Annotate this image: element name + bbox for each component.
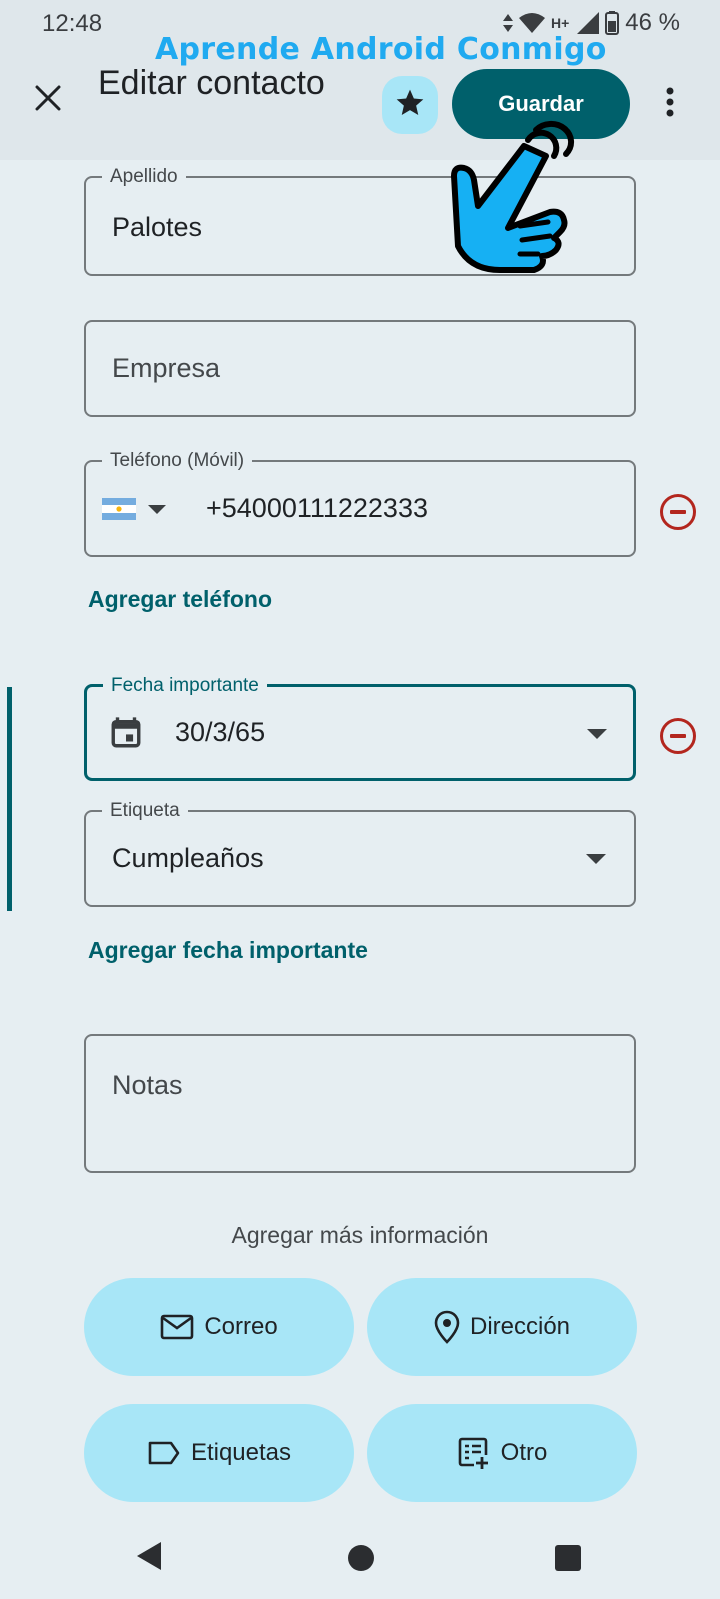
mail-icon [160,1313,194,1341]
close-icon [35,85,61,116]
pointing-hand-icon [450,116,580,276]
status-time: 12:48 [42,10,103,37]
network-type: H+ [551,15,570,31]
chip-label: Correo [204,1313,278,1340]
location-pin-icon [434,1310,460,1344]
battery-icon [605,11,620,35]
phone-value: +54000111222333 [206,493,428,523]
section-indicator [7,687,12,911]
calendar-icon [109,716,143,755]
add-other-chip[interactable]: Otro [367,1404,637,1502]
chevron-down-icon [148,505,166,514]
page-title: Editar contacto [98,64,325,102]
phone-label: Teléfono (Móvil) [102,449,253,473]
chip-label: Dirección [469,1313,571,1340]
add-important-date-button[interactable]: Agregar fecha importante [88,937,368,964]
remove-phone-button[interactable] [660,494,696,530]
argentina-flag-icon [102,498,136,520]
tag-field[interactable]: Etiqueta Cumpleaños [84,799,636,907]
add-email-chip[interactable]: Correo [84,1278,354,1376]
data-arrows-icon [503,14,513,32]
company-placeholder: Empresa [112,353,221,383]
chip-label: Otro [500,1439,548,1466]
home-icon[interactable] [348,1545,374,1571]
add-phone-button[interactable]: Agregar teléfono [88,586,272,613]
important-date-label: Fecha importante [103,674,267,698]
notes-placeholder: Notas [112,1070,183,1100]
back-icon[interactable] [137,1542,161,1570]
notes-field[interactable]: Notas [84,1034,636,1173]
wifi-icon [519,12,545,34]
phone-field[interactable]: Teléfono (Móvil) +54000111222333 [84,449,636,557]
add-list-icon [457,1436,491,1470]
signal-icon [577,12,600,34]
more-vert-icon [666,87,674,122]
add-address-chip[interactable]: Dirección [367,1278,637,1376]
chip-label: Etiquetas [190,1439,292,1466]
important-date-value: 30/3/65 [175,717,266,747]
tag-value: Cumpleaños [112,843,264,873]
tag-label: Etiqueta [102,799,188,823]
more-options-button[interactable] [655,82,685,126]
recents-icon[interactable] [555,1545,581,1571]
label-icon [147,1440,181,1466]
important-date-field[interactable]: Fecha importante 30/3/65 [84,674,636,781]
star-icon [394,87,426,124]
chevron-down-icon[interactable] [587,729,607,739]
close-button[interactable] [28,80,68,120]
country-selector[interactable] [102,492,166,526]
last-name-label: Apellido [102,165,186,189]
chevron-down-icon[interactable] [586,854,606,864]
battery-level: 46 % [625,9,680,36]
last-name-value: Palotes [112,212,203,242]
add-labels-chip[interactable]: Etiquetas [84,1404,354,1502]
company-field[interactable]: Empresa [84,320,636,417]
more-info-heading: Agregar más información [231,1222,489,1248]
favorite-button[interactable] [382,76,438,134]
remove-date-button[interactable] [660,718,696,754]
